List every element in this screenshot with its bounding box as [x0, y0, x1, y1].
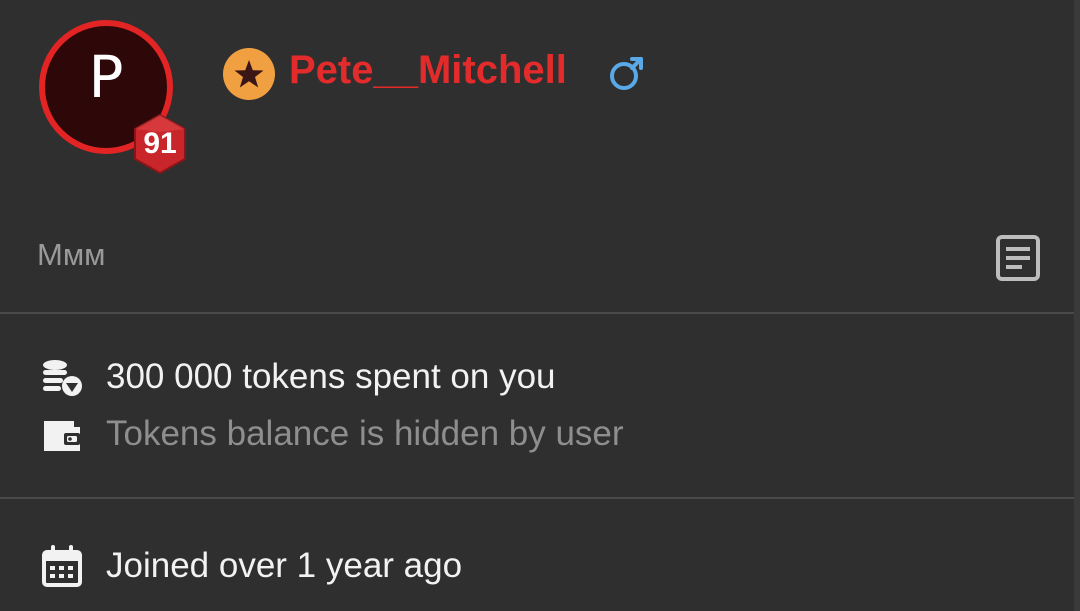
- profile-card: P 91 Pete__Mitchell Ммм 300 000 tokens s…: [0, 0, 1080, 611]
- username[interactable]: Pete__Mitchell: [289, 42, 567, 98]
- level-badge: 91: [143, 127, 177, 160]
- about-text: Ммм: [37, 237, 106, 272]
- document-icon[interactable]: [994, 233, 1042, 283]
- calendar-icon: [42, 545, 82, 587]
- tokens-spent-text: 300 000 tokens spent on you: [106, 357, 556, 396]
- coins-icon: [43, 360, 82, 396]
- wallet-icon: [44, 421, 80, 451]
- star-badge-icon[interactable]: [222, 47, 276, 101]
- joined-text: Joined over 1 year ago: [106, 546, 463, 585]
- tokens-balance-text: Tokens balance is hidden by user: [106, 414, 624, 453]
- scrollbar-track: [1074, 0, 1080, 611]
- male-symbol-icon: [610, 57, 643, 90]
- divider: [0, 497, 1074, 499]
- divider: [0, 312, 1074, 314]
